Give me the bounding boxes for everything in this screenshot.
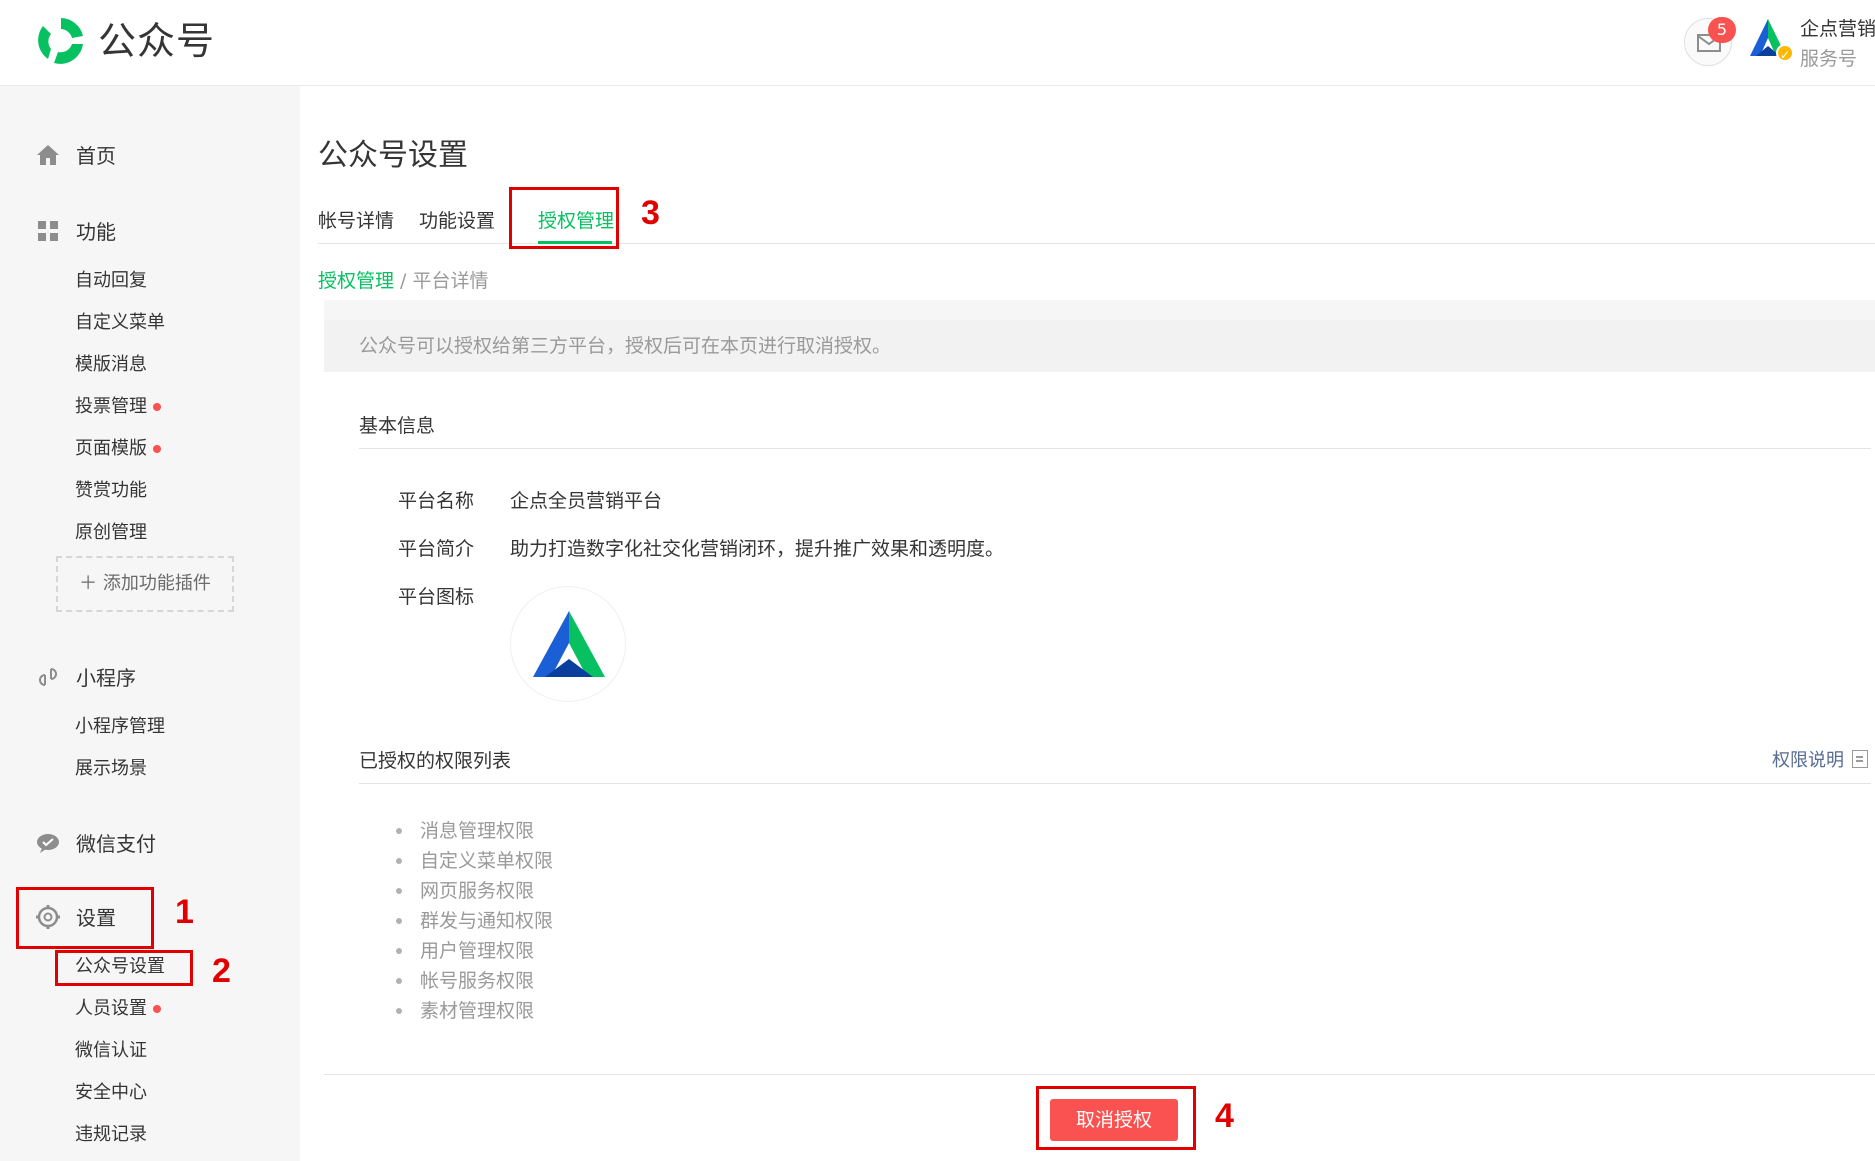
permission-label: 自定义菜单权限 [420,850,554,872]
sidebar-item-custom-menu[interactable]: 自定义菜单 [75,308,165,334]
list-item: 帐号服务权限 [396,966,553,996]
annotation-number: 3 [641,194,660,232]
sidebar-item-auto-reply[interactable]: 自动回复 [75,266,147,292]
add-plugin-label: 添加功能插件 [102,573,211,594]
bullet-icon [396,918,402,924]
account-type: 服务号 [1800,48,1858,70]
tab-account-details[interactable]: 帐号详情 [318,206,394,233]
sidebar-item-display-scene[interactable]: 展示场景 [75,754,147,780]
link-icon [34,663,62,691]
annotation-number: 4 [1215,1097,1234,1135]
new-dot [153,445,161,453]
platform-desc-value: 助力打造数字化社交化营销闭环，提升推广效果和透明度。 [510,538,1005,560]
list-item: 消息管理权限 [396,816,553,846]
annotation-number: 2 [212,952,231,990]
sidebar-item-violations[interactable]: 违规记录 [75,1120,147,1146]
bullet-icon [396,978,402,984]
sidebar-group-wechat-pay[interactable]: 微信支付 [34,828,156,857]
tab-function-settings[interactable]: 功能设置 [419,206,495,233]
annotation-box-settings [16,887,154,949]
document-icon [1852,750,1868,768]
divider [324,1074,1875,1075]
list-item: 群发与通知权限 [396,906,553,936]
add-plugin-button[interactable]: ＋ 添加功能插件 [56,556,234,612]
platform-icon-label: 平台图标 [398,586,475,608]
sidebar-group-label: 首页 [76,144,116,168]
permissions-list: 消息管理权限 自定义菜单权限 网页服务权限 群发与通知权限 用户管理权限 帐号服… [396,816,553,1026]
permission-label: 网页服务权限 [420,880,535,902]
breadcrumb-link[interactable]: 授权管理 [318,270,394,292]
permissions-title: 已授权的权限列表 [359,750,512,772]
bullet-icon [396,888,402,894]
message-count-badge: 5 [1708,17,1736,43]
permission-label: 素材管理权限 [420,1000,535,1022]
annotation-box-auth-tab [509,187,619,249]
platform-name-label: 平台名称 [398,490,475,512]
plus-icon: ＋ [79,573,103,594]
sidebar-item-original[interactable]: 原创管理 [75,518,147,544]
annotation-box-account-settings [55,950,193,986]
list-item: 自定义菜单权限 [396,846,553,876]
list-item: 用户管理权限 [396,936,553,966]
breadcrumb: 授权管理 / 平台详情 [318,266,489,293]
top-bar: 公众号 5 ✓ 企点营销 服务号 [0,0,1875,86]
platform-logo [510,586,626,702]
sidebar-item-miniprogram-manage[interactable]: 小程序管理 [75,712,165,738]
sidebar: 首页 功能 自动回复 自定义菜单 模版消息 投票管理 页面模版 赞赏功能 原创管… [0,86,300,1161]
sidebar-group-home[interactable]: 首页 [34,140,116,169]
platform-name-value: 企点全员营销平台 [510,490,663,512]
sidebar-group-label: 功能 [76,220,116,244]
permission-label: 用户管理权限 [420,940,535,962]
sidebar-item-page-template[interactable]: 页面模版 [75,434,161,460]
page-title: 公众号设置 [318,138,468,173]
sidebar-group-label: 微信支付 [76,832,156,856]
divider [359,783,1871,784]
sidebar-item-reward[interactable]: 赞赏功能 [75,476,147,502]
sidebar-group-miniprogram[interactable]: 小程序 [34,662,136,691]
sidebar-item-template-msg[interactable]: 模版消息 [75,350,147,376]
permission-label: 消息管理权限 [420,820,535,842]
sidebar-item-verification[interactable]: 微信认证 [75,1036,147,1062]
sidebar-item-label: 页面模版 [75,438,147,459]
permissions-help-label: 权限说明 [1772,750,1844,771]
bullet-icon [396,858,402,864]
bullet-icon [396,828,402,834]
divider [359,448,1871,449]
annotation-box-revoke [1036,1086,1196,1150]
new-dot [153,1005,161,1013]
detail-card [324,320,1875,1161]
sidebar-item-security[interactable]: 安全中心 [75,1078,147,1104]
permissions-help-link[interactable]: 权限说明 [1772,746,1868,772]
breadcrumb-separator: / [394,270,413,292]
wechat-mp-logo-icon[interactable] [34,14,88,68]
permission-label: 帐号服务权限 [420,970,535,992]
platform-desc-label: 平台简介 [398,538,475,560]
bullet-icon [396,948,402,954]
home-icon [34,141,62,169]
sidebar-item-vote[interactable]: 投票管理 [75,392,161,418]
sidebar-item-label: 人员设置 [75,998,147,1019]
notice-bar: 公众号可以授权给第三方平台，授权后可在本页进行取消授权。 [324,320,1875,372]
chat-bubble-icon [34,829,62,857]
basic-info-title: 基本信息 [359,415,436,437]
platform-logo-icon [533,611,605,677]
account-name[interactable]: 企点营销 [1800,14,1875,41]
verified-icon: ✓ [1776,44,1794,62]
sidebar-item-staff-settings[interactable]: 人员设置 [75,994,161,1020]
brand-title[interactable]: 公众号 [98,14,215,68]
new-dot [153,403,161,411]
permission-label: 群发与通知权限 [420,910,554,932]
annotation-number: 1 [175,893,194,931]
sidebar-item-label: 投票管理 [75,396,147,417]
sidebar-group-functions[interactable]: 功能 [34,216,116,245]
list-item: 网页服务权限 [396,876,553,906]
bullet-icon [396,1008,402,1014]
grid-icon [34,217,62,245]
breadcrumb-current: 平台详情 [412,270,489,292]
list-item: 素材管理权限 [396,996,553,1026]
sidebar-group-label: 小程序 [76,666,136,690]
